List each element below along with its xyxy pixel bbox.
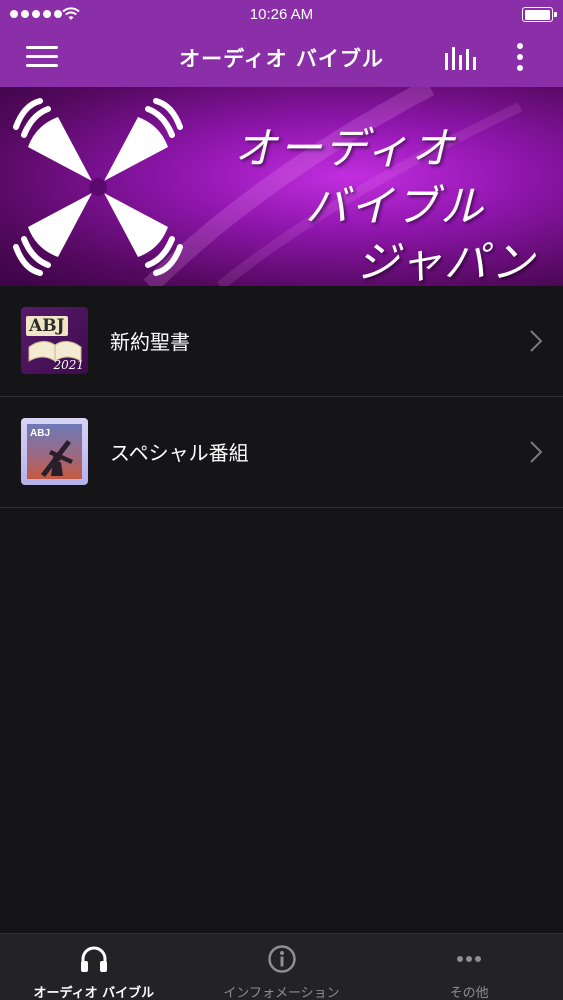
list-item-label: 新約聖書 [110, 330, 190, 354]
tab-label: インフォメーション [223, 986, 340, 1000]
more-horizontal-icon [457, 956, 482, 962]
list-item-label: スペシャル番組 [110, 441, 249, 465]
equalizer-icon[interactable] [444, 43, 476, 71]
tab-information[interactable]: インフォメーション [188, 934, 376, 1000]
app-root: 10:26 AM オーディオ バイブル オーディオ バイブル ジャパン ABJ … [0, 0, 563, 1000]
chevron-right-icon [530, 330, 542, 352]
banner-title-line-1: オーディオ [234, 124, 456, 174]
new-testament-thumbnail: ABJ 2021 [21, 307, 88, 374]
banner-title-line-3: ジャパン [356, 238, 536, 286]
tab-audio-bible[interactable]: オーディオ バイブル [0, 934, 188, 1000]
hero-banner: オーディオ バイブル ジャパン [0, 87, 563, 286]
more-vertical-icon[interactable] [514, 42, 526, 72]
tab-other[interactable]: その他 [375, 934, 563, 1000]
tab-bar: オーディオ バイブル インフォメーション その他 [0, 933, 563, 1000]
battery-icon [522, 7, 557, 22]
special-programs-thumbnail: ABJ [21, 418, 88, 485]
page-title: オーディオ バイブル [179, 47, 384, 71]
thumb-abj-text: ABJ [26, 316, 68, 336]
navigation-bar: オーディオ バイブル [0, 30, 563, 87]
tab-label: オーディオ バイブル [33, 986, 155, 1000]
top-bar: 10:26 AM オーディオ バイブル [0, 0, 563, 87]
chevron-right-icon [530, 441, 542, 463]
list-item-new-testament[interactable]: ABJ 2021 新約聖書 [0, 286, 563, 397]
info-icon [267, 945, 296, 973]
thumb-year-text: 2021 [53, 358, 84, 372]
status-time: 10:26 AM [249, 6, 314, 23]
list-item-special-programs[interactable]: ABJ スペシャル番組 [0, 397, 563, 508]
thumb-abj-text: ABJ [30, 428, 51, 439]
program-list: ABJ 2021 新約聖書 ABJ スペシャル番組 [0, 286, 563, 508]
banner-title-line-2: バイブル [305, 182, 485, 232]
status-bar: 10:26 AM [0, 0, 563, 30]
tab-label: その他 [449, 986, 489, 1000]
headphones-icon [80, 946, 107, 972]
